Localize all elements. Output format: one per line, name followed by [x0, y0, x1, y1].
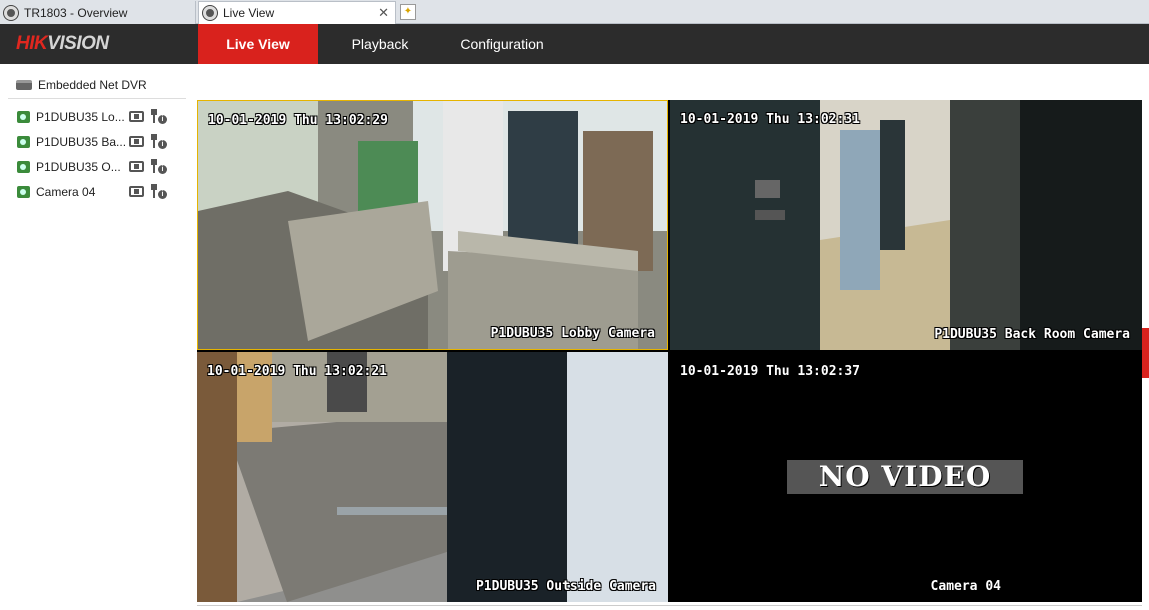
divider	[8, 98, 186, 99]
browser-tab-overview[interactable]: TR1803 - Overview	[0, 1, 196, 24]
browser-tab-label: TR1803 - Overview	[24, 5, 128, 20]
video-timestamp: 10-01-2019 Thu 13:02:37	[680, 364, 861, 379]
record-icon[interactable]	[129, 186, 144, 197]
tree-root-dvr[interactable]: Embedded Net DVR	[16, 78, 147, 92]
video-timestamp: 10-01-2019 Thu 13:02:31	[680, 112, 861, 127]
video-tile-lobby[interactable]: 10-01-2019 Thu 13:02:29 P1DUBU35 Lobby C…	[197, 100, 668, 350]
camera-item-1[interactable]: P1DUBU35 Lo... i	[17, 108, 189, 126]
camera-item-2[interactable]: P1DUBU35 Ba... i	[17, 133, 189, 151]
close-icon[interactable]: ✕	[378, 5, 389, 21]
video-grid: 10-01-2019 Thu 13:02:29 P1DUBU35 Lobby C…	[197, 100, 1142, 602]
camera-item-3[interactable]: P1DUBU35 O... i	[17, 158, 189, 176]
record-icon[interactable]	[129, 161, 144, 172]
no-video-overlay: NO VIDEO	[787, 460, 1023, 494]
record-icon[interactable]	[129, 111, 144, 122]
info-icon[interactable]: i	[151, 109, 167, 125]
new-tab-icon[interactable]: ✦	[400, 4, 416, 20]
webcam-icon	[4, 5, 18, 20]
brand-logo: HIKVISION	[16, 33, 109, 54]
camera-item-label: Camera 04	[36, 185, 96, 199]
camera-icon	[17, 136, 30, 148]
camera-name-overlay: P1DUBU35 Back Room Camera	[934, 327, 1130, 342]
nav-playback[interactable]: Playback	[330, 24, 430, 64]
camera-icon	[17, 161, 30, 173]
video-frame-outside	[197, 352, 668, 602]
camera-tree: Embedded Net DVR P1DUBU35 Lo... i P1DUBU…	[0, 64, 196, 610]
nav-configuration[interactable]: Configuration	[446, 24, 558, 64]
dvr-icon	[16, 80, 32, 90]
record-icon[interactable]	[129, 136, 144, 147]
camera-icon	[17, 186, 30, 198]
browser-tab-label: Live View	[223, 6, 275, 20]
video-timestamp: 10-01-2019 Thu 13:02:21	[207, 364, 388, 379]
video-tile-back-room[interactable]: 10-01-2019 Thu 13:02:31 P1DUBU35 Back Ro…	[670, 100, 1142, 350]
divider	[197, 605, 1142, 606]
expand-panel-handle[interactable]	[1142, 328, 1149, 378]
webcam-icon	[203, 6, 217, 20]
tree-root-label: Embedded Net DVR	[38, 78, 147, 92]
browser-tab-bar: TR1803 - Overview Live View ✕ ✦	[0, 0, 1149, 24]
info-icon[interactable]: i	[151, 184, 167, 200]
info-icon[interactable]: i	[151, 134, 167, 150]
camera-name-overlay: P1DUBU35 Lobby Camera	[490, 326, 655, 341]
video-timestamp: 10-01-2019 Thu 13:02:29	[208, 113, 389, 128]
nav-live-view[interactable]: Live View	[198, 24, 318, 64]
camera-item-label: P1DUBU35 Ba...	[36, 135, 126, 149]
video-tile-camera-04[interactable]: 10-01-2019 Thu 13:02:37 NO VIDEO Camera …	[670, 352, 1142, 602]
info-icon[interactable]: i	[151, 159, 167, 175]
video-frame-back-room	[670, 100, 1142, 350]
main-nav: HIKVISION Live View Playback Configurati…	[0, 24, 1149, 64]
video-frame-lobby	[198, 101, 667, 349]
camera-icon	[17, 111, 30, 123]
video-tile-outside[interactable]: 10-01-2019 Thu 13:02:21 P1DUBU35 Outside…	[197, 352, 668, 602]
camera-item-label: P1DUBU35 Lo...	[36, 110, 125, 124]
browser-tab-live-view[interactable]: Live View ✕	[198, 1, 396, 24]
camera-item-label: P1DUBU35 O...	[36, 160, 121, 174]
camera-name-overlay: Camera 04	[930, 579, 1001, 594]
camera-item-4[interactable]: Camera 04 i	[17, 183, 189, 201]
camera-name-overlay: P1DUBU35 Outside Camera	[475, 579, 656, 594]
